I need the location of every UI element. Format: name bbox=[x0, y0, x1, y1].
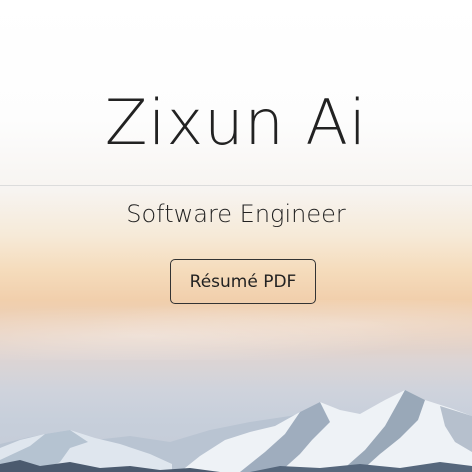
cloud-layer bbox=[0, 300, 472, 360]
resume-pdf-button[interactable]: Résumé PDF bbox=[170, 259, 316, 304]
mountain-range-image bbox=[0, 390, 472, 472]
person-name: Zixun Ai bbox=[104, 86, 368, 159]
hero-section: Zixun Ai Software Engineer Résumé PDF bbox=[0, 0, 472, 472]
job-title: Software Engineer bbox=[126, 200, 346, 228]
divider bbox=[0, 185, 472, 186]
resume-pdf-button-label: Résumé PDF bbox=[189, 271, 297, 292]
